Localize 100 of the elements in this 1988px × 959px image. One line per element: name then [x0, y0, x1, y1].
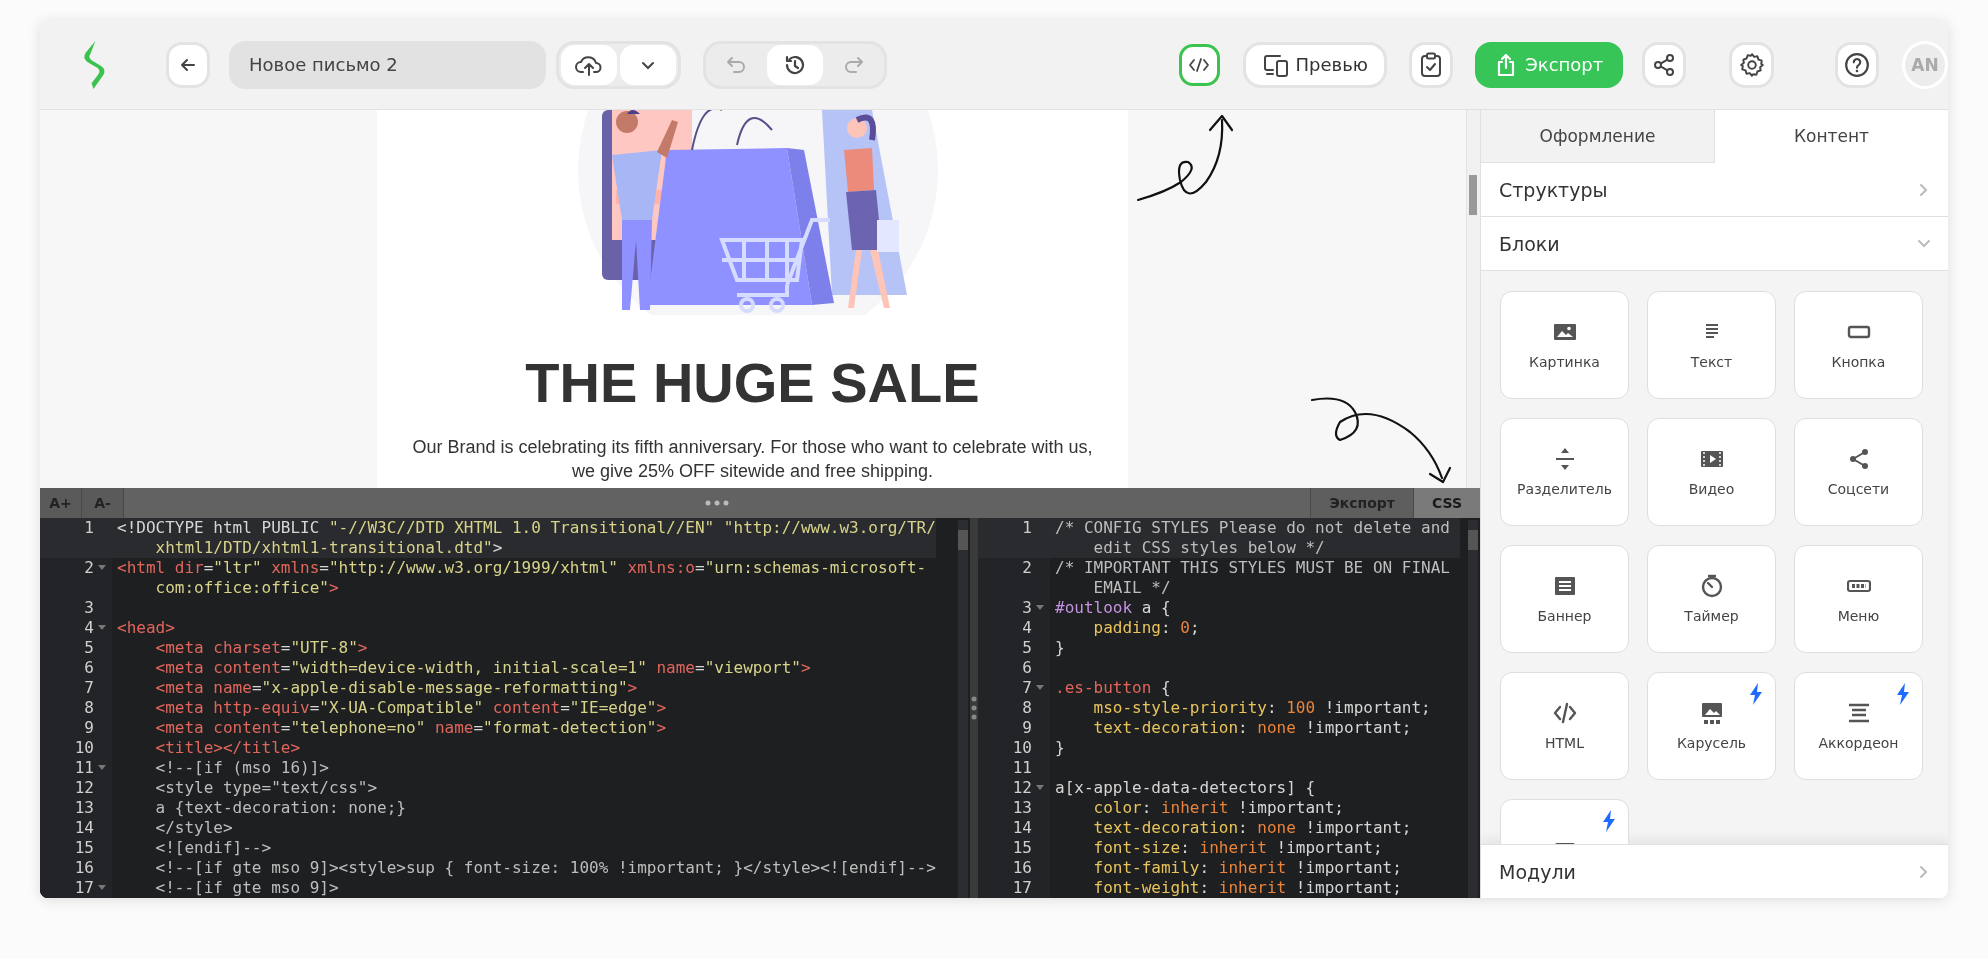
scrollbar[interactable]	[958, 520, 968, 898]
block-tile[interactable]: HTML	[1500, 672, 1629, 780]
line-number: 16	[1012, 858, 1032, 878]
html-block-icon	[1552, 701, 1577, 725]
code-line: font-family: inherit !important;	[1092, 858, 1403, 878]
block-tile[interactable]: Аккордеон	[1794, 672, 1923, 780]
block-label: HTML	[1545, 735, 1584, 751]
fold-arrow-icon[interactable]	[1036, 605, 1044, 611]
code-line: <!--[if gte mso 9]>	[154, 878, 340, 898]
splitter-handle-icon[interactable]	[971, 696, 977, 720]
section-header[interactable]: Блоки	[1481, 217, 1948, 271]
line-number: 13	[74, 798, 94, 818]
scrollbar[interactable]	[1466, 110, 1480, 488]
code-line: <![endif]-->	[154, 838, 273, 858]
line-number: 9	[84, 718, 94, 738]
line-number: 1	[1022, 518, 1032, 538]
code-line: <style type="text/css">	[154, 778, 379, 798]
code-line: font-size: inherit !important;	[1092, 838, 1384, 858]
block-label: Таймер	[1684, 608, 1739, 624]
fold-arrow-icon[interactable]	[98, 765, 106, 771]
back-button[interactable]	[165, 41, 211, 88]
chevron-right-icon	[1918, 864, 1930, 879]
checklist-button[interactable]	[1409, 41, 1454, 88]
panel-tab[interactable]: Оформление	[1481, 110, 1715, 163]
chevron-down-icon	[641, 59, 656, 70]
line-number: 11	[74, 758, 94, 778]
email-heading: THE HUGE SALE	[525, 351, 980, 415]
accordion-block-icon	[1846, 701, 1871, 725]
line-number: 12	[74, 778, 94, 798]
code-line: <!DOCTYPE html PUBLIC "-//W3C//DTD XHTML 1.0 Transitional//EN" "http://www.w3.org/TR/xhtml1/DTD/xhtml1-transitional.dtd">	[117, 518, 936, 558]
editor-tab[interactable]: CSS	[1412, 488, 1480, 518]
line-number: 7	[1022, 678, 1032, 698]
line-number: 4	[1022, 618, 1032, 638]
block-tile[interactable]: Текст	[1647, 291, 1776, 399]
settings-button[interactable]	[1729, 41, 1774, 88]
section-title: Блоки	[1499, 232, 1560, 255]
code-line: <head>	[117, 618, 176, 638]
block-label: Соцсети	[1827, 481, 1890, 497]
line-number: 17	[74, 878, 94, 898]
code-line: <html dir="ltr" xmlns="http://www.w3.org/1999/xhtml" xmlns:o="urn:schemas-microsoft-com:office:office">	[117, 558, 928, 598]
line-number: 15	[1012, 838, 1032, 858]
code-icon	[1188, 56, 1211, 73]
section-header[interactable]: Модули	[1481, 844, 1948, 898]
preview-button[interactable]: Превью	[1242, 41, 1387, 88]
code-line: <!--[if gte mso 9]><style>sup { font-size: 100% !important; }</style><![endif]-->	[154, 858, 936, 878]
code-line: <meta http-equiv="X-UA-Compatible" content="IE=edge">	[154, 698, 668, 718]
line-number: 3	[84, 598, 94, 618]
block-tile[interactable]: Соцсети	[1794, 418, 1923, 526]
code-line: text-decoration: none !important;	[1092, 818, 1413, 838]
block-tile[interactable]: Картинка	[1500, 291, 1629, 399]
block-label: Разделитель	[1517, 481, 1612, 497]
line-number: 10	[1012, 738, 1032, 758]
drag-handle-icon[interactable]	[705, 500, 730, 506]
code-line: <title></title>	[154, 738, 302, 758]
block-label: Текст	[1690, 354, 1733, 370]
line-number: 14	[1012, 818, 1032, 838]
code-line: a[x-apple-data-detectors] {	[1055, 778, 1317, 798]
undo-icon	[725, 54, 748, 75]
line-number: 12	[1012, 778, 1032, 798]
code-line: .es-button {	[1055, 678, 1172, 698]
line-number: 8	[1022, 698, 1032, 718]
block-tile[interactable]: Таймер	[1647, 545, 1776, 653]
line-number: 10	[74, 738, 94, 758]
fold-arrow-icon[interactable]	[98, 565, 106, 571]
fold-arrow-icon[interactable]	[98, 625, 106, 631]
block-tile[interactable]: Разделитель	[1500, 418, 1629, 526]
code-line: mso-style-priority: 100 !important;	[1092, 698, 1432, 718]
line-number: 5	[84, 638, 94, 658]
block-label: Баннер	[1537, 608, 1592, 624]
fold-arrow-icon[interactable]	[98, 885, 106, 891]
history-button[interactable]	[767, 44, 824, 85]
fold-arrow-icon[interactable]	[1036, 785, 1044, 791]
help-icon	[1843, 51, 1870, 78]
line-number: 5	[1022, 638, 1032, 658]
help-button[interactable]	[1834, 41, 1879, 88]
chevron-right-icon	[1918, 182, 1930, 197]
block-label: Картинка	[1529, 354, 1600, 370]
share-button[interactable]	[1642, 41, 1687, 88]
section-title: Структуры	[1499, 178, 1608, 201]
save-button[interactable]	[561, 44, 618, 85]
scrollbar[interactable]	[1468, 520, 1478, 898]
code-view-button[interactable]	[1179, 43, 1220, 86]
section-header[interactable]: Структуры	[1481, 163, 1948, 217]
block-label: Аккордеон	[1818, 735, 1899, 751]
block-tile[interactable]: Карусель	[1647, 672, 1776, 780]
code-line: </style>	[154, 818, 234, 838]
line-number: 9	[1022, 718, 1032, 738]
block-tile[interactable]: Кнопка	[1794, 291, 1923, 399]
code-line: /* CONFIG STYLES Please do not delete and edit CSS styles below */	[1055, 518, 1451, 558]
redo-icon	[843, 54, 866, 75]
block-tile[interactable]: Баннер	[1500, 545, 1629, 653]
code-line: padding: 0;	[1092, 618, 1201, 638]
title-field[interactable]: Новое письмо 2	[229, 40, 547, 89]
block-tile[interactable]: Видео	[1647, 418, 1776, 526]
line-number: 7	[84, 678, 94, 698]
share-icon	[1652, 52, 1677, 77]
line-number: 1	[84, 518, 94, 538]
fold-arrow-icon[interactable]	[1036, 685, 1044, 691]
block-tile[interactable]: Меню	[1794, 545, 1923, 653]
code-line: <meta charset="UTF-8">	[154, 638, 369, 658]
